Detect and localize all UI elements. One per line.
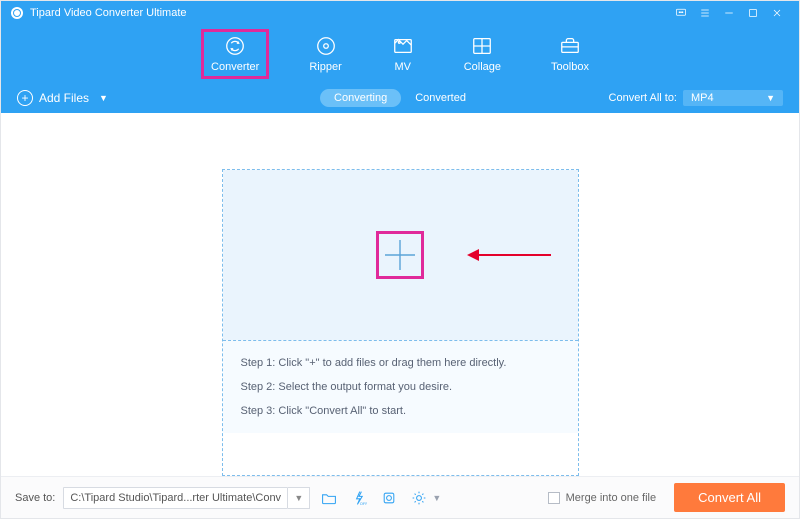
chevron-down-icon: ▼ [432,493,441,503]
nav-label: Converter [211,61,259,73]
minimize-icon[interactable] [717,4,741,22]
main-area: Step 1: Click "+" to add files or drag t… [1,113,799,476]
settings-button[interactable] [408,487,430,509]
tab-converted[interactable]: Converted [401,89,480,107]
nav-label: Collage [464,61,501,73]
nav-label: Toolbox [551,61,589,73]
app-logo-icon [11,7,23,19]
convert-all-to-label: Convert All to: [609,92,677,104]
add-files-button[interactable]: + Add Files ▼ [17,90,108,106]
nav-collage[interactable]: Collage [456,31,509,77]
app-window: Tipard Video Converter Ultimate Converte… [0,0,800,519]
toolbox-icon [559,35,581,57]
feedback-icon[interactable] [669,4,693,22]
instruction-steps: Step 1: Click "+" to add files or drag t… [223,340,578,433]
dropzone-container: Step 1: Click "+" to add files or drag t… [222,169,579,476]
app-title: Tipard Video Converter Ultimate [30,7,187,19]
nav-converter[interactable]: Converter [203,31,267,77]
tool-row: + Add Files ▼ Converting Converted Conve… [1,83,799,113]
annotation-arrow-icon [465,244,555,271]
collage-icon [471,35,493,57]
step-2-text: Step 2: Select the output format you des… [241,381,560,393]
nav-label: MV [394,61,411,73]
step-1-text: Step 1: Click "+" to add files or drag t… [241,357,560,369]
plus-circle-icon: + [17,90,33,106]
nav-mv[interactable]: MV [384,31,422,77]
tab-converting[interactable]: Converting [320,89,401,107]
merge-label: Merge into one file [566,492,657,504]
svg-text:OFF: OFF [360,501,367,506]
maximize-icon[interactable] [741,4,765,22]
converter-icon [224,35,246,57]
convert-all-button[interactable]: Convert All [674,483,785,512]
save-path-dropdown[interactable]: ▼ [288,487,310,509]
checkbox-box [548,492,560,504]
mv-icon [392,35,414,57]
merge-checkbox[interactable]: Merge into one file [548,492,657,504]
chevron-down-icon: ▼ [99,93,108,103]
save-to-label: Save to: [15,492,55,504]
high-speed-button[interactable] [378,487,400,509]
open-folder-button[interactable] [318,487,340,509]
main-nav: Converter Ripper MV Collage Toolbox [1,25,799,83]
output-format-select[interactable]: MP4 ▼ [683,90,783,106]
add-file-plus-button[interactable] [379,234,421,276]
file-dropzone[interactable] [223,170,578,340]
nav-toolbox[interactable]: Toolbox [543,31,597,77]
chevron-down-icon: ▼ [766,93,775,103]
add-files-label: Add Files [39,91,89,105]
nav-ripper[interactable]: Ripper [301,31,349,77]
save-path-input[interactable] [63,487,288,509]
gpu-accel-button[interactable]: OFF [348,487,370,509]
convert-all-to: Convert All to: MP4 ▼ [609,90,783,106]
ripper-icon [315,35,337,57]
conversion-tabs: Converting Converted [320,89,480,107]
bottom-bar: Save to: ▼ OFF ▼ Merge into one file Con… [1,476,799,518]
nav-label: Ripper [309,61,341,73]
output-format-value: MP4 [691,92,714,104]
menu-icon[interactable] [693,4,717,22]
step-3-text: Step 3: Click "Convert All" to start. [241,405,560,417]
close-icon[interactable] [765,4,789,22]
titlebar: Tipard Video Converter Ultimate [1,1,799,25]
save-path-group: ▼ [63,487,310,509]
